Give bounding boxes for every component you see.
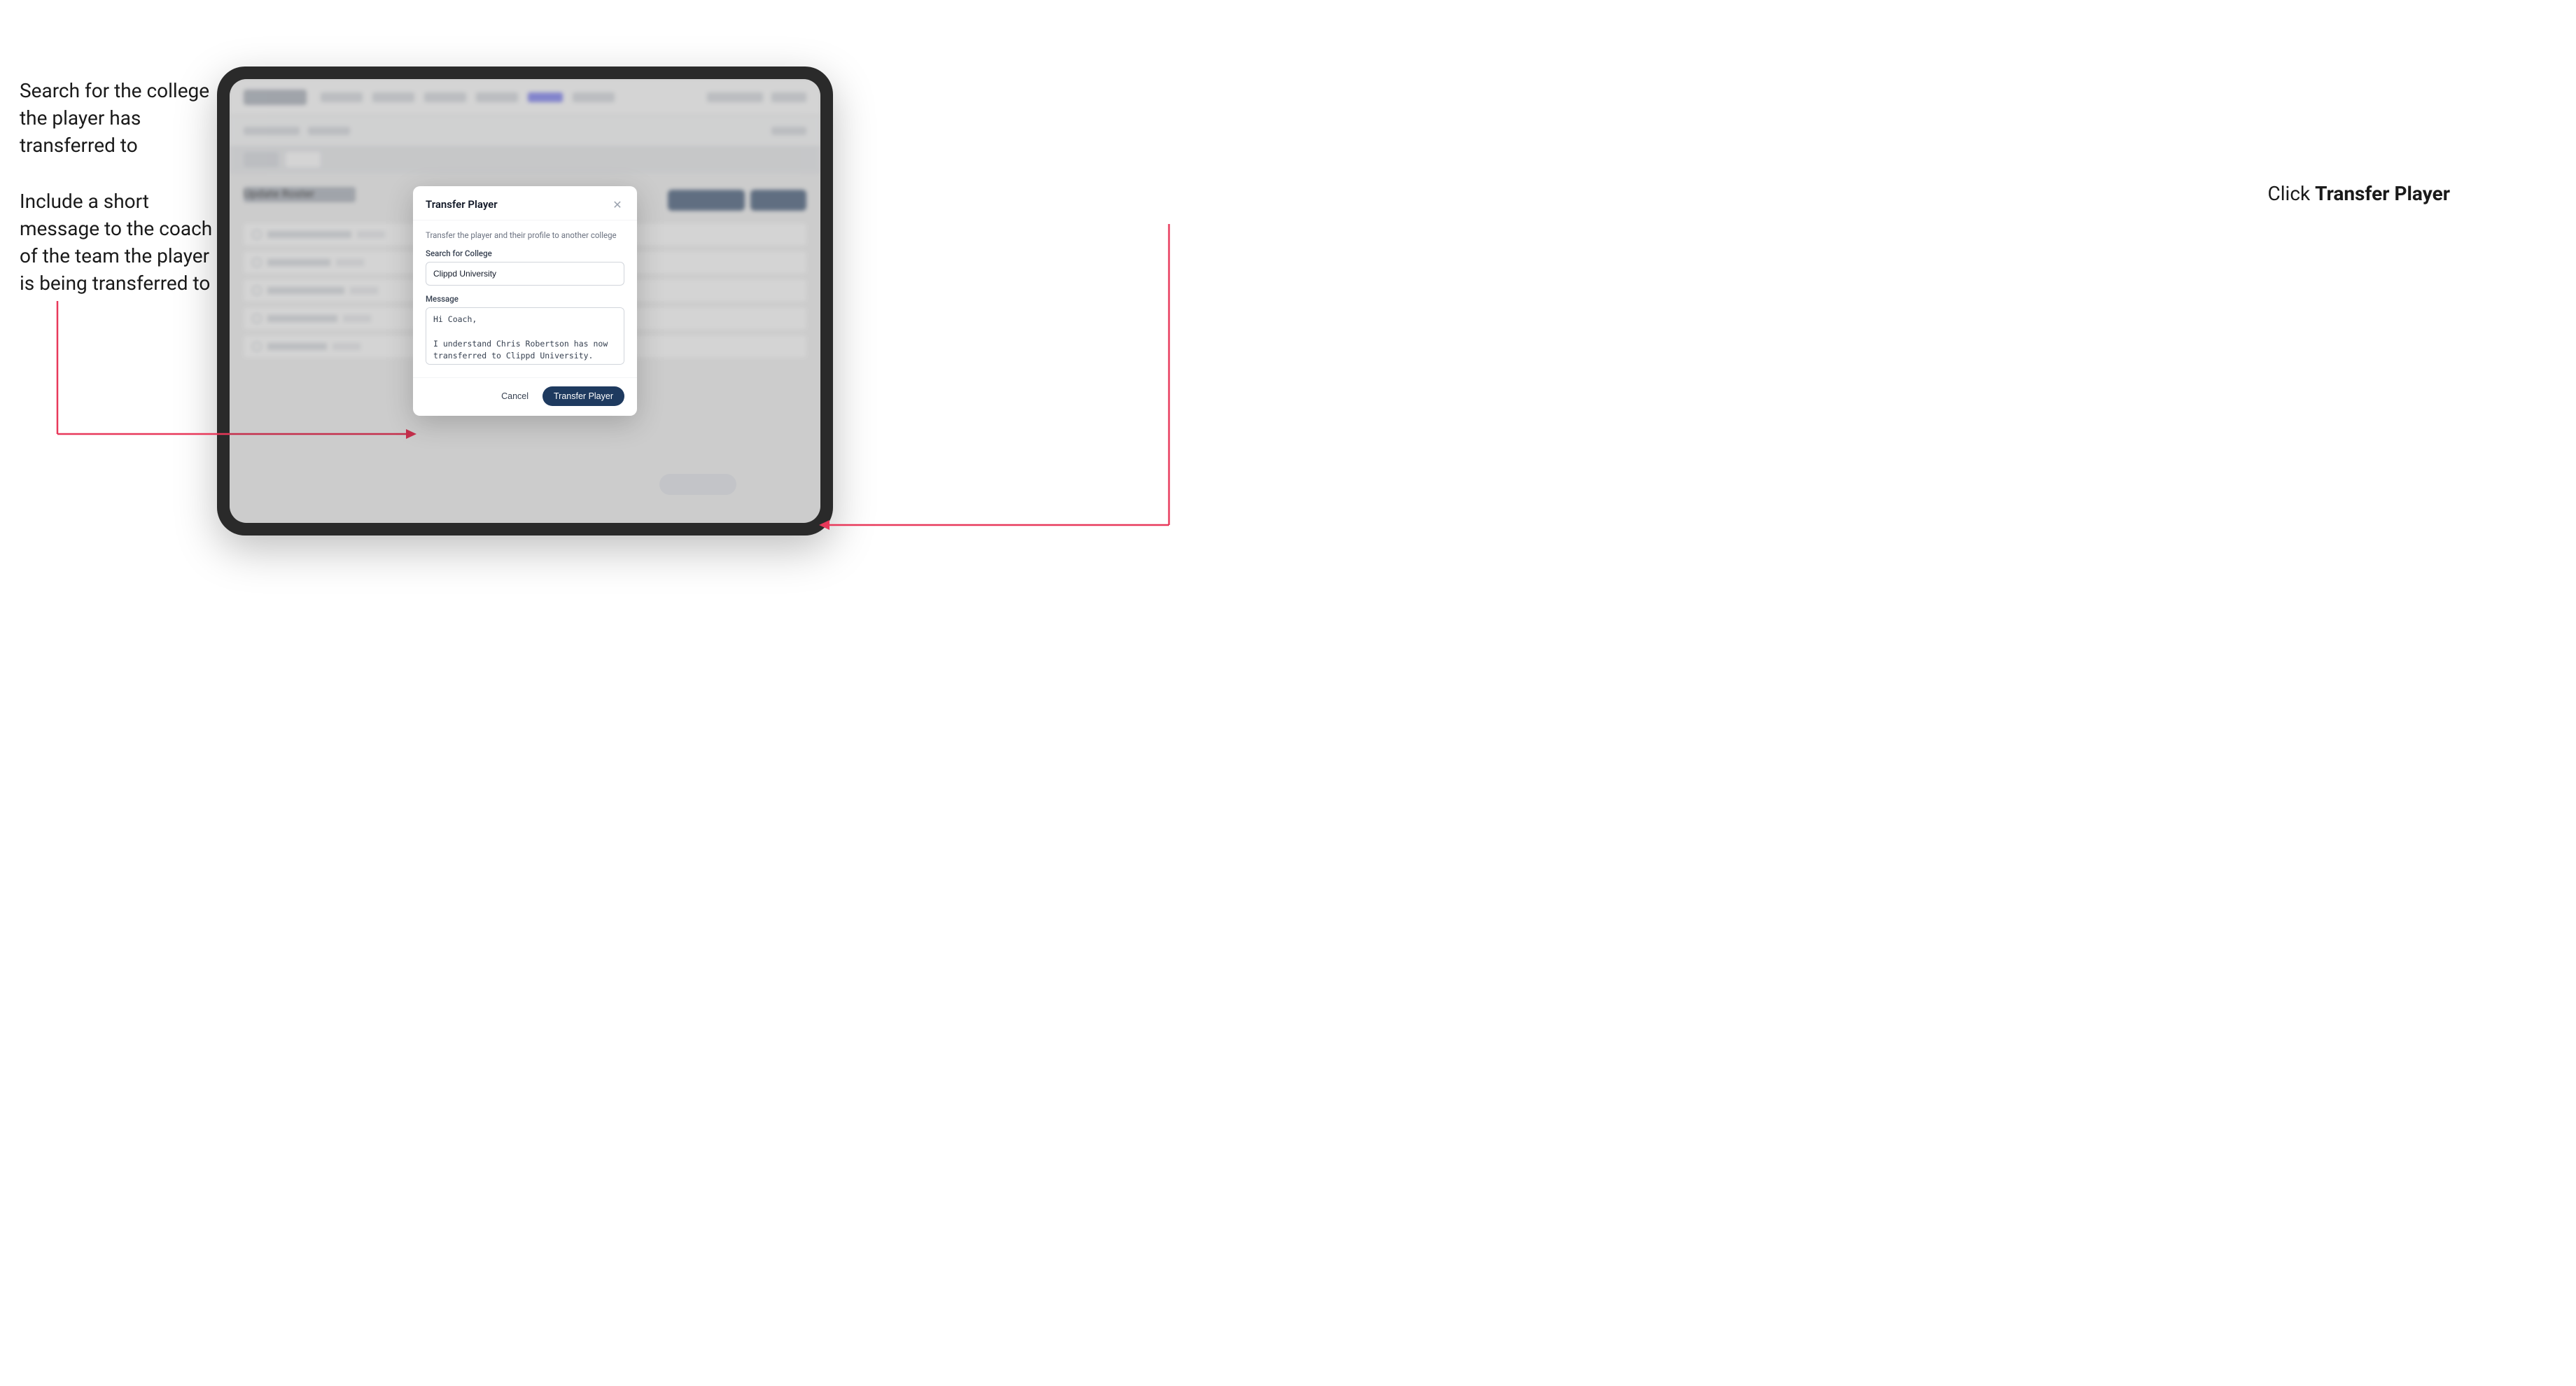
modal-footer: Cancel Transfer Player bbox=[413, 377, 637, 416]
tablet-screen: Update Roster Transfer Player bbox=[230, 79, 820, 523]
transfer-player-button[interactable]: Transfer Player bbox=[542, 386, 624, 406]
annotation-click-text: Click bbox=[2268, 182, 2316, 205]
cancel-button[interactable]: Cancel bbox=[494, 387, 536, 405]
tablet-device: Update Roster Transfer Player bbox=[217, 66, 833, 536]
annotation-message-text: Include a short message to the coach of … bbox=[20, 188, 216, 298]
modal-title: Transfer Player bbox=[426, 198, 498, 211]
left-annotations: Search for the college the player has tr… bbox=[20, 77, 216, 325]
annotation-transfer-bold: Transfer Player bbox=[2315, 182, 2450, 205]
message-textarea[interactable]: Hi Coach, I understand Chris Robertson h… bbox=[426, 307, 624, 365]
message-label: Message bbox=[426, 294, 624, 304]
search-college-input[interactable] bbox=[426, 262, 624, 286]
annotation-search-text: Search for the college the player has tr… bbox=[20, 77, 216, 160]
modal-body: Transfer the player and their profile to… bbox=[413, 220, 637, 377]
modal-overlay: Transfer Player ✕ Transfer the player an… bbox=[230, 79, 820, 523]
search-college-label: Search for College bbox=[426, 248, 624, 258]
modal-description: Transfer the player and their profile to… bbox=[426, 230, 624, 240]
modal-close-button[interactable]: ✕ bbox=[610, 197, 624, 211]
right-annotation: Click Transfer Player bbox=[2268, 182, 2450, 205]
modal-header: Transfer Player ✕ bbox=[413, 186, 637, 220]
transfer-player-modal: Transfer Player ✕ Transfer the player an… bbox=[413, 186, 637, 416]
